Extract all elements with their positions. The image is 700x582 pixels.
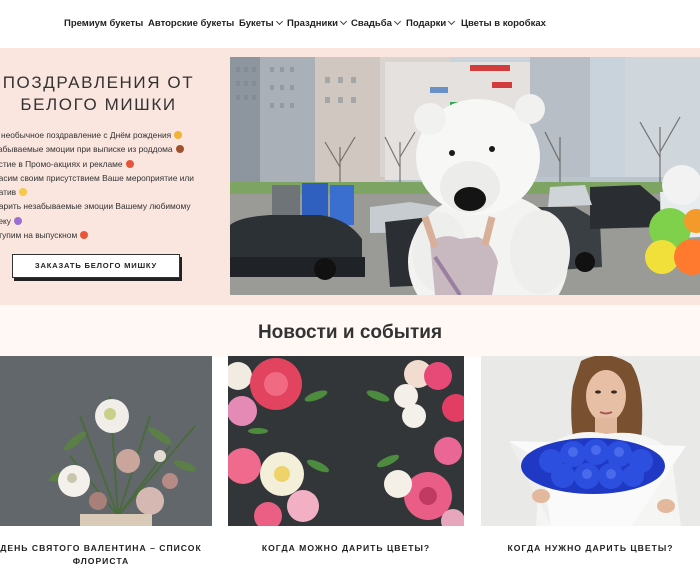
news-card-image-valentines[interactable]: [0, 356, 212, 526]
gift-emoji-icon: [174, 131, 183, 139]
hero-image-white-bear: [230, 57, 700, 295]
news-card-caption-when-can[interactable]: Когда можно дарить цветы?: [228, 542, 464, 555]
hero-title: Поздравления от Белого Мишки: [2, 73, 195, 114]
order-white-bear-button[interactable]: Заказать белого мишку: [12, 254, 180, 278]
list-item: дарить незабываемые эмоции Вашему любимо…: [0, 201, 191, 212]
list-item: забываемые эмоции при выписке из роддома: [0, 142, 219, 156]
news-section-title: Новости и события: [257, 322, 443, 343]
nav-item-wedding[interactable]: Свадьба: [351, 17, 401, 29]
top-nav: Премиум букеты Авторские букеты Букеты П…: [0, 0, 700, 48]
list-item: веку: [0, 214, 219, 228]
star-emoji-icon: [19, 188, 28, 197]
hero-banner: Поздравления от Белого Мишки е необычное…: [0, 48, 700, 305]
nav-item-holidays[interactable]: Праздники: [287, 17, 348, 29]
list-item: астие в Промо-акциях и рекламе: [0, 157, 219, 171]
chevron-down-icon: [275, 17, 283, 26]
nav-item-gifts[interactable]: Подарки: [406, 17, 456, 29]
hero-bullet-list: е необычное поздравление с Днём рождения…: [0, 128, 219, 242]
list-item: е необычное поздравление с Днём рождения: [0, 128, 219, 142]
news-card-image-when-need[interactable]: [481, 356, 700, 526]
teddy-bear-emoji-icon: [175, 145, 184, 154]
chevron-down-icon: [393, 17, 401, 26]
list-item: ратив: [0, 185, 219, 199]
nav-item-bouquets[interactable]: Букеты: [239, 17, 283, 29]
list-item: расим своим присутствием Ваше мероприяти…: [0, 172, 194, 183]
sparkle-emoji-icon: [80, 231, 89, 240]
nav-item-flower-boxes[interactable]: Цветы в коробках: [461, 18, 546, 29]
nav-item-premium-bouquets[interactable]: Премиум букеты: [64, 18, 143, 29]
chevron-down-icon: [339, 17, 348, 26]
list-item: ступим на выпускном: [0, 228, 219, 242]
nav-item-author-bouquets[interactable]: Авторские букеты: [148, 18, 234, 29]
news-card-image-when-can[interactable]: [228, 356, 464, 526]
purple-heart-emoji-icon: [13, 216, 22, 225]
news-card-caption-valentines[interactable]: День святого Валентина – список флориста: [0, 542, 212, 568]
sparkle-emoji-icon: [125, 159, 134, 168]
chevron-down-icon: [448, 17, 456, 26]
news-card-caption-when-need[interactable]: Когда нужно дарить цветы?: [481, 542, 700, 555]
